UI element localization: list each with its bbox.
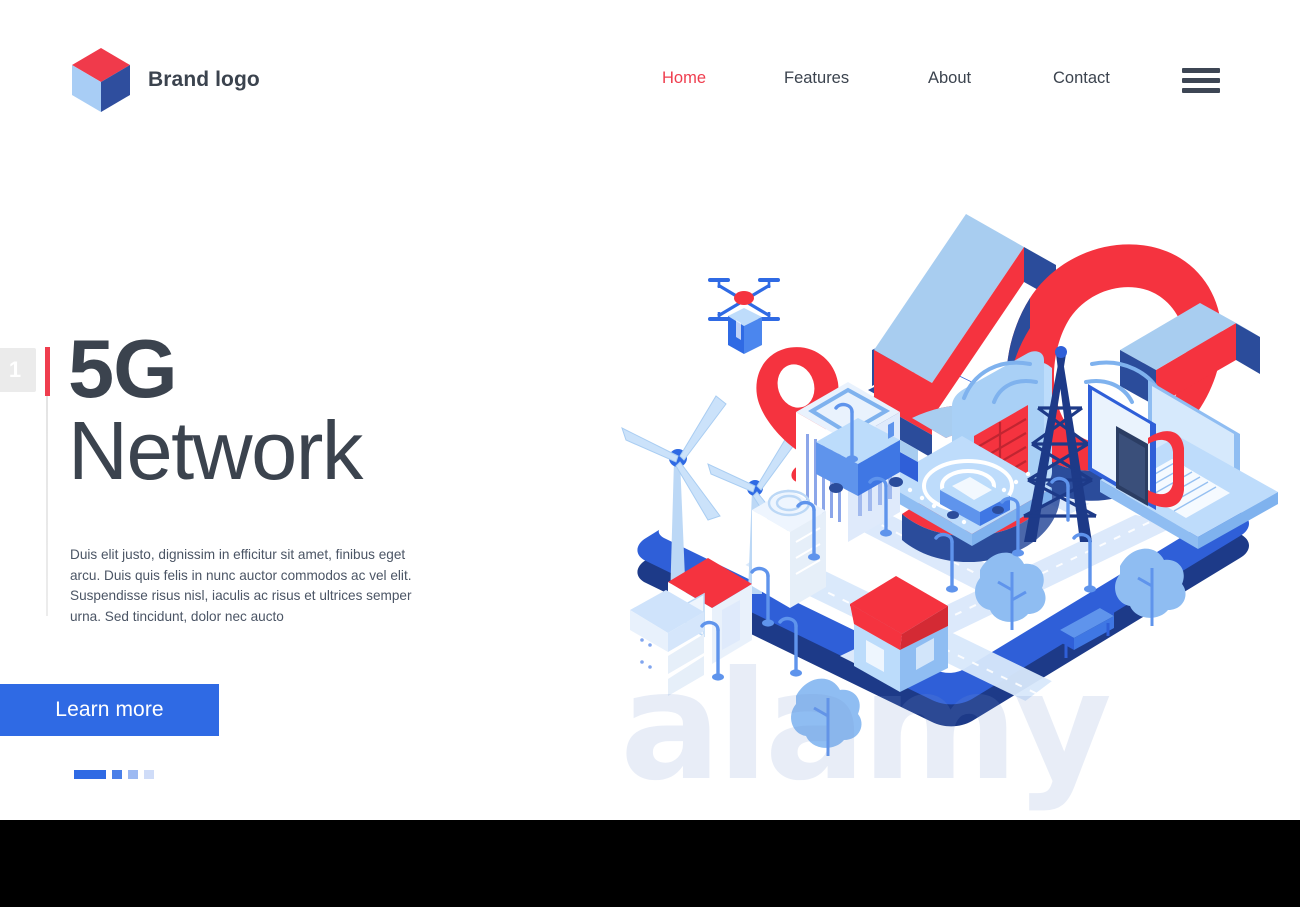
site-header: Brand logo Home Features About Contact xyxy=(0,0,1300,160)
nav-item-features[interactable]: Features xyxy=(784,69,849,88)
hamburger-menu-icon[interactable] xyxy=(1182,68,1220,94)
brand-name: Brand logo xyxy=(148,68,260,91)
carousel-dot[interactable] xyxy=(128,770,138,779)
hamburger-bar xyxy=(1182,88,1220,93)
page-title-bold: 5G xyxy=(68,322,178,415)
carousel-dot-active[interactable] xyxy=(74,770,106,779)
hero-text-block: 5G Network xyxy=(68,322,588,497)
learn-more-button[interactable]: Learn more xyxy=(0,684,219,736)
nav-item-contact[interactable]: Contact xyxy=(1053,69,1110,88)
brand-logo[interactable]: Brand logo xyxy=(70,47,260,113)
alamy-footer-bar: alamy Image ID: 2DRPD29 www.alamy.com xyxy=(0,820,1300,907)
landing-page: Brand logo Home Features About Contact 1… xyxy=(0,0,1300,907)
slide-number-badge: 1 xyxy=(0,348,36,392)
slide-number: 1 xyxy=(8,357,22,382)
carousel-pagination xyxy=(74,770,154,779)
hero-paragraph: Duis elit justo, dignissim in efficitur … xyxy=(70,547,412,624)
accent-bar xyxy=(45,347,50,396)
hamburger-bar xyxy=(1182,68,1220,73)
isometric-5g-city-illustration xyxy=(600,190,1280,780)
carousel-dot[interactable] xyxy=(144,770,154,779)
hamburger-bar xyxy=(1182,78,1220,83)
accent-line xyxy=(46,396,48,616)
nav-item-about[interactable]: About xyxy=(928,69,971,88)
carousel-dot[interactable] xyxy=(112,770,122,779)
main-navigation: Home Features About Contact xyxy=(640,69,1240,99)
page-title-light: Network xyxy=(68,403,363,497)
isometric-cube-icon xyxy=(72,48,130,112)
learn-more-label: Learn more xyxy=(55,698,164,721)
nav-item-home[interactable]: Home xyxy=(662,69,706,88)
